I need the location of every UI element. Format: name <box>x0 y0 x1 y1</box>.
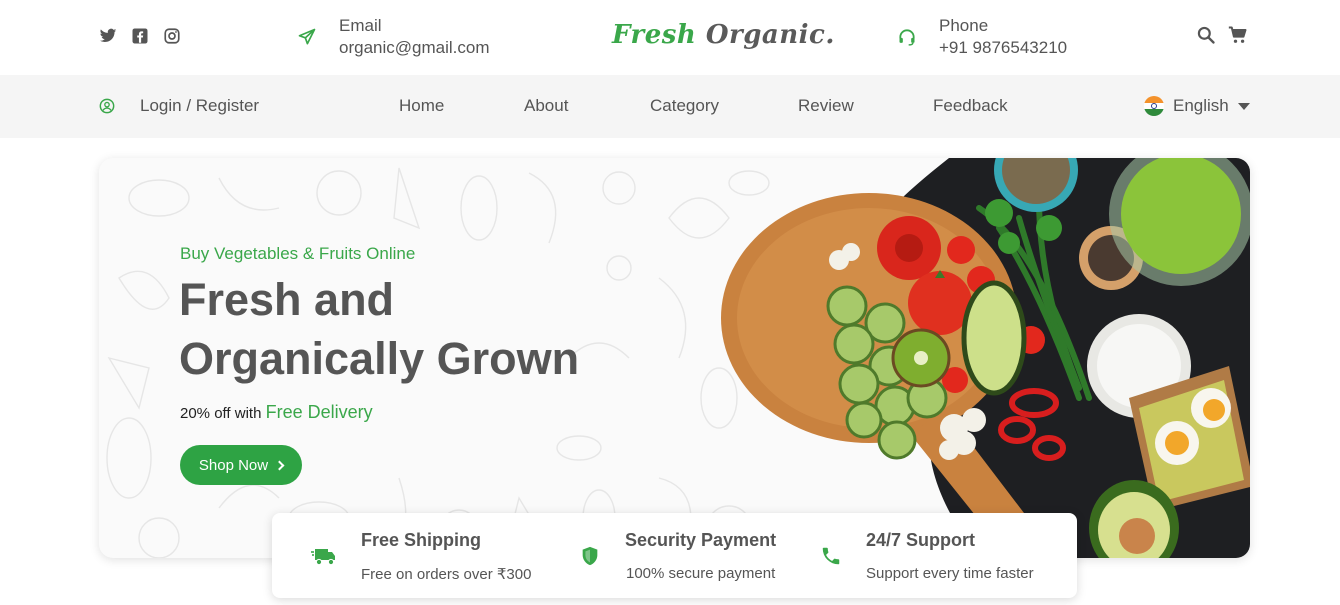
feature-title: Free Shipping <box>361 530 482 550</box>
nav-feedback[interactable]: Feedback <box>933 96 1008 116</box>
phone-contact: Phone +91 9876543210 <box>897 15 1067 59</box>
search-icon[interactable] <box>1196 25 1216 45</box>
feature-desc: 100% secure payment <box>626 565 776 582</box>
food-board-image <box>721 158 1250 558</box>
feature-support: 24/7 Support Support every time faster <box>812 513 1077 598</box>
shop-now-label: Shop Now <box>198 456 269 474</box>
hero-title-line-2: Organically Grown <box>179 333 580 384</box>
headset-icon <box>899 29 915 46</box>
nav-about[interactable]: About <box>524 96 568 116</box>
feature-security-payment: Security Payment 100% secure payment <box>542 513 812 598</box>
cart-icon[interactable] <box>1228 25 1248 45</box>
truck-icon <box>311 549 335 566</box>
social-links <box>99 27 181 45</box>
email-contact: Email organic@gmail.com <box>297 15 489 59</box>
email-value[interactable]: organic@gmail.com <box>339 37 489 59</box>
feature-title: Security Payment <box>625 530 777 550</box>
shield-icon <box>582 546 598 566</box>
offer-highlight: Free Delivery <box>265 402 373 422</box>
hero-banner: Buy Vegetables & Fruits Online Fresh and… <box>99 158 1250 558</box>
caret-down-icon <box>1237 102 1250 110</box>
offer-prefix: 20% off with <box>180 405 262 422</box>
hero-subtitle: Buy Vegetables & Fruits Online <box>180 244 416 263</box>
top-bar: Email organic@gmail.com Fresh Organic. P… <box>0 0 1340 75</box>
site-logo[interactable]: Fresh Organic. <box>612 20 835 50</box>
nav-review[interactable]: Review <box>798 96 854 116</box>
twitter-icon[interactable] <box>99 27 117 45</box>
india-flag-icon <box>1144 96 1164 116</box>
facebook-icon[interactable] <box>131 27 149 45</box>
feature-title: 24/7 Support <box>866 530 976 550</box>
feature-desc: Free on orders over ₹300 <box>361 566 532 583</box>
login-register-link[interactable]: Login / Register <box>99 96 259 116</box>
chevron-right-icon <box>274 460 285 470</box>
logo-part-2: Organic. <box>705 20 835 50</box>
phone-icon <box>822 547 840 565</box>
main-nav: Login / Register Home About Category Rev… <box>0 75 1340 138</box>
nav-category[interactable]: Category <box>650 96 719 116</box>
send-icon <box>298 28 316 45</box>
shop-now-button[interactable]: Shop Now <box>180 445 302 485</box>
phone-value[interactable]: +91 9876543210 <box>939 37 1067 59</box>
language-selector[interactable]: English <box>1144 96 1250 116</box>
user-circle-icon <box>99 98 115 114</box>
login-label: Login / Register <box>140 96 260 115</box>
hero-title: Fresh and Organically Grown <box>179 270 639 388</box>
feature-free-shipping: Free Shipping Free on orders over ₹300 <box>272 513 542 598</box>
features-card: Free Shipping Free on orders over ₹300 S… <box>272 513 1077 598</box>
hero-offer: 20% off with Free Delivery <box>180 402 373 423</box>
phone-label: Phone <box>939 16 989 35</box>
email-label: Email <box>339 16 382 35</box>
hero-title-line-1: Fresh and <box>179 274 395 325</box>
logo-part-1: Fresh <box>612 20 697 50</box>
top-actions <box>1196 25 1248 45</box>
feature-desc: Support every time faster <box>866 565 1034 582</box>
nav-home[interactable]: Home <box>399 96 444 116</box>
language-label: English <box>1173 96 1229 115</box>
instagram-icon[interactable] <box>163 27 181 45</box>
